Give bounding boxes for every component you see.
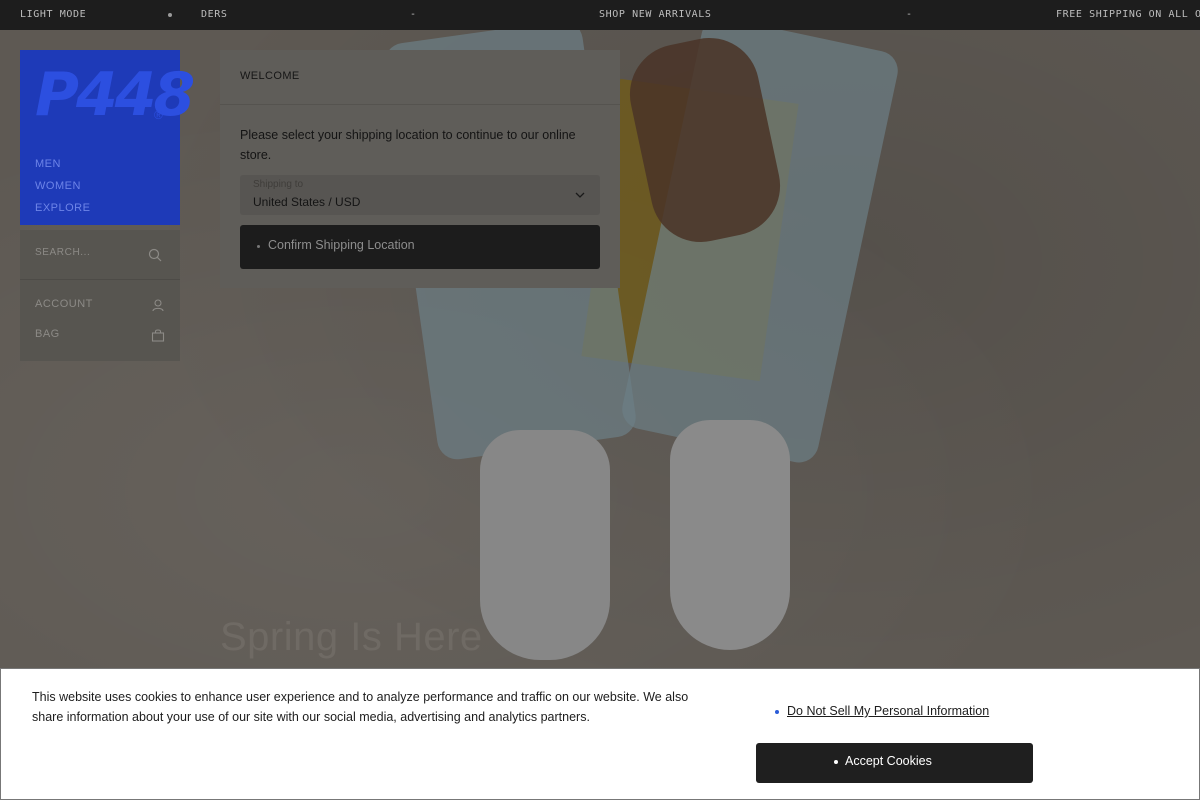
shipping-country-select[interactable]: Shipping to United States / USD: [240, 175, 600, 215]
hero-shoe-left: [480, 430, 610, 660]
do-not-sell-link[interactable]: Do Not Sell My Personal Information: [787, 704, 989, 718]
bag-label: BAG: [35, 328, 60, 340]
marquee-separator: -: [410, 9, 417, 20]
modal-body: Please select your shipping location to …: [220, 105, 620, 269]
search-row: [20, 230, 180, 280]
theme-toggle-dot[interactable]: [168, 13, 172, 17]
select-label: Shipping to: [253, 179, 304, 190]
bag-link[interactable]: BAG: [35, 328, 165, 346]
marquee-item: FREE SHIPPING ON ALL OR: [1056, 9, 1200, 20]
search-icon[interactable]: [147, 247, 163, 263]
accept-cookies-button[interactable]: Accept Cookies: [756, 743, 1033, 783]
marquee-item: DERS: [201, 9, 228, 20]
nav-item-men[interactable]: MEN: [35, 153, 90, 175]
light-mode-toggle-label[interactable]: LIGHT MODE: [20, 9, 86, 20]
hero-shoe-right: [670, 420, 790, 650]
chevron-down-icon: [575, 192, 585, 198]
button-dot: [834, 760, 838, 764]
user-icon: [152, 299, 164, 312]
account-label: ACCOUNT: [35, 298, 93, 310]
confirm-shipping-button[interactable]: Confirm Shipping Location: [240, 225, 600, 269]
marquee-separator: -: [906, 9, 913, 20]
tools-card: ACCOUNT BAG: [20, 230, 180, 361]
cookie-message: This website uses cookies to enhance use…: [32, 690, 689, 724]
accept-cookies-label: Accept Cookies: [845, 754, 932, 768]
search-input[interactable]: [35, 247, 145, 258]
brand-nav-card: P448 ® MEN WOMEN EXPLORE: [20, 50, 195, 225]
link-dot: [775, 710, 779, 714]
button-dot: [257, 245, 260, 248]
nav-item-explore[interactable]: EXPLORE: [35, 197, 90, 219]
shipping-location-modal: WELCOME Please select your shipping loca…: [220, 50, 620, 288]
account-link[interactable]: ACCOUNT: [35, 298, 165, 316]
brand-logo[interactable]: P448: [35, 60, 195, 130]
select-value: United States / USD: [253, 195, 361, 209]
bag-icon: [151, 329, 165, 342]
announcement-bar: LIGHT MODE DERS - SHOP NEW ARRIVALS - FR…: [0, 0, 1200, 30]
modal-message: Please select your shipping location to …: [240, 128, 576, 162]
registered-mark: ®: [154, 108, 163, 122]
confirm-shipping-label: Confirm Shipping Location: [268, 238, 415, 252]
marquee-item[interactable]: SHOP NEW ARRIVALS: [599, 9, 712, 20]
main-nav: MEN WOMEN EXPLORE: [35, 153, 90, 219]
hero-title: Spring Is Here: [220, 615, 483, 659]
modal-title: WELCOME: [220, 50, 620, 105]
nav-item-women[interactable]: WOMEN: [35, 175, 90, 197]
cookie-banner: This website uses cookies to enhance use…: [0, 668, 1200, 800]
